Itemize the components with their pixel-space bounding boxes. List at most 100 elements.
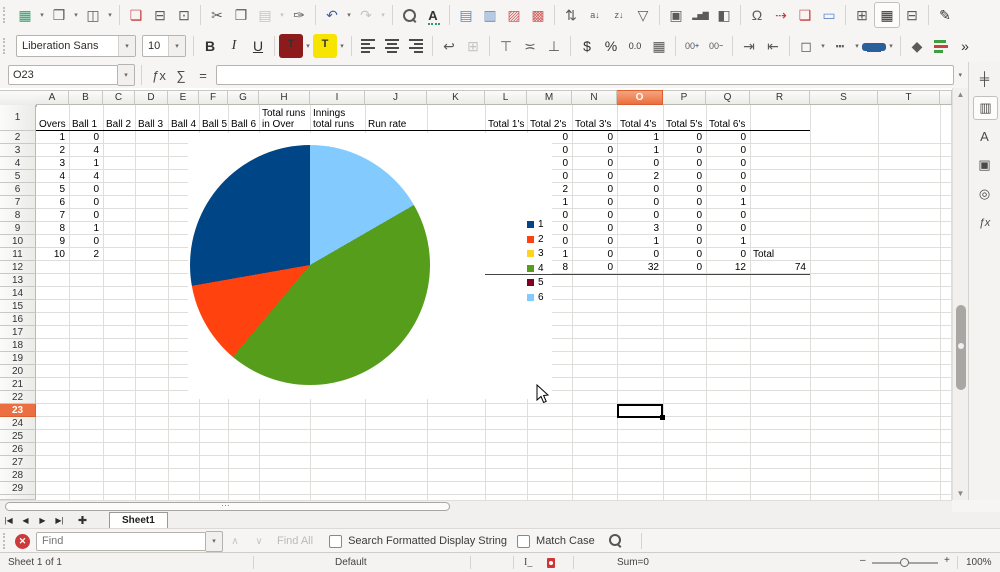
name-box[interactable] [8, 65, 118, 85]
cell-O3[interactable]: 1 [618, 144, 659, 157]
row-header-15[interactable]: 15 [0, 300, 36, 313]
font-color-button[interactable]: T [279, 34, 303, 58]
cell-M4[interactable]: 0 [528, 157, 568, 170]
font-size-combobox[interactable]: 10▾ [142, 35, 186, 57]
column-header-partial[interactable] [940, 90, 952, 105]
cell-M3[interactable]: 0 [528, 144, 568, 157]
cell-P11[interactable]: 0 [664, 248, 702, 261]
cell-P5[interactable]: 0 [664, 170, 702, 183]
row-header-10[interactable]: 10 [0, 235, 36, 248]
decrease-indent-button[interactable]: ⇤ [761, 34, 785, 58]
cell-R11[interactable]: Total [753, 248, 808, 261]
cell-B9[interactable]: 1 [70, 222, 99, 235]
cell-B7[interactable]: 0 [70, 196, 99, 209]
legend-item[interactable]: 6 [527, 292, 544, 303]
row-header-16[interactable]: 16 [0, 313, 36, 326]
function-wizard-button[interactable]: ƒx [148, 65, 170, 85]
open-file-button[interactable]: ❒ [47, 3, 71, 27]
cell-N10[interactable]: 0 [573, 235, 613, 248]
cell-H1[interactable]: Total runs in Over [260, 105, 310, 131]
column-header-A[interactable]: A [36, 90, 69, 105]
cell-Q6[interactable]: 0 [707, 183, 746, 196]
cell-B5[interactable]: 4 [70, 170, 99, 183]
cell-N11[interactable]: 0 [573, 248, 613, 261]
cell-P1[interactable]: Total 5's [664, 105, 706, 131]
open-dropdown-icon[interactable]: ▾ [71, 11, 81, 19]
cell-M10[interactable]: 0 [528, 235, 568, 248]
insert-text-box-button[interactable]: ▭ [817, 3, 841, 27]
cell-B8[interactable]: 0 [70, 209, 99, 222]
row-header-17[interactable]: 17 [0, 326, 36, 339]
cell-N6[interactable]: 0 [573, 183, 613, 196]
cell-N12[interactable]: 0 [573, 261, 613, 274]
cell-Q4[interactable]: 0 [707, 157, 746, 170]
cell-M6[interactable]: 2 [528, 183, 568, 196]
cell-B2[interactable]: 0 [70, 131, 99, 144]
search-icon[interactable] [609, 534, 621, 546]
wrap-text-button[interactable]: ↩ [437, 34, 461, 58]
cell-N5[interactable]: 0 [573, 170, 613, 183]
conditional-color-scale-button[interactable]: ◆ [905, 34, 929, 58]
delete-decimal-place-button[interactable]: 00− [704, 34, 728, 58]
increase-indent-button[interactable]: ⇥ [737, 34, 761, 58]
border-color-dropdown-icon[interactable]: ▾ [886, 42, 896, 50]
cell-A4[interactable]: 3 [37, 157, 65, 170]
cell-P6[interactable]: 0 [664, 183, 702, 196]
highlighting-color-button[interactable]: T [313, 34, 337, 58]
cell-O5[interactable]: 2 [618, 170, 659, 183]
cell-A5[interactable]: 4 [37, 170, 65, 183]
find-and-replace-button[interactable] [397, 3, 421, 27]
borders-button[interactable]: ◻ [794, 34, 818, 58]
row-header-19[interactable]: 19 [0, 352, 36, 365]
formula-input[interactable] [216, 65, 954, 85]
paste-dropdown-icon[interactable]: ▾ [277, 11, 287, 19]
search-formatted-checkbox[interactable] [329, 535, 342, 548]
cell-N1[interactable]: Total 3's [573, 105, 617, 131]
insert-image-button[interactable]: ▣ [664, 3, 688, 27]
cell-B10[interactable]: 0 [70, 235, 99, 248]
column-header-O[interactable]: O [617, 90, 663, 105]
export-pdf-button[interactable]: ❏ [124, 3, 148, 27]
sidebar-settings-icon[interactable]: ╪ [973, 67, 996, 89]
cell-O1[interactable]: Total 4's [618, 105, 663, 131]
functions-icon[interactable]: ƒx [973, 212, 996, 234]
underline-button[interactable]: U [246, 34, 270, 58]
row-header-2[interactable]: 2 [0, 131, 36, 144]
row-header-28[interactable]: 28 [0, 469, 36, 482]
find-previous-icon[interactable]: ∧ [223, 536, 247, 547]
row-header-4[interactable]: 4 [0, 157, 36, 170]
cell-P12[interactable]: 0 [664, 261, 702, 274]
row-header-25[interactable]: 25 [0, 430, 36, 443]
cell-C1[interactable]: Ball 2 [104, 105, 135, 131]
next-sheet-icon[interactable]: ▶ [34, 512, 51, 528]
previous-sheet-icon[interactable]: ◀ [17, 512, 34, 528]
scroll-up-icon[interactable]: ▲ [953, 90, 968, 99]
sort-ascending-button[interactable]: a↓ [583, 3, 607, 27]
print-preview-button[interactable]: ⊡ [172, 3, 196, 27]
insert-columns-button[interactable]: ▥ [478, 3, 502, 27]
cell-O7[interactable]: 0 [618, 196, 659, 209]
print-button[interactable]: ⊟ [148, 3, 172, 27]
font-size-dropdown-icon[interactable]: ▾ [168, 36, 185, 56]
cell-Q10[interactable]: 1 [707, 235, 746, 248]
page-break-preview-button[interactable]: ⊞ [850, 3, 874, 27]
cell-Q1[interactable]: Total 6's [707, 105, 750, 131]
row-header-21[interactable]: 21 [0, 378, 36, 391]
name-box-dropdown-icon[interactable]: ▾ [118, 64, 135, 86]
row-header-23[interactable]: 23 [0, 404, 36, 417]
column-header-L[interactable]: L [485, 90, 527, 105]
border-style-dropdown-icon[interactable]: ▾ [852, 42, 862, 50]
scroll-down-icon[interactable]: ▼ [953, 489, 968, 498]
cell-M9[interactable]: 0 [528, 222, 568, 235]
column-header-P[interactable]: P [663, 90, 706, 105]
cell-J1[interactable]: Run rate [366, 105, 427, 131]
cell-N2[interactable]: 0 [573, 131, 613, 144]
cell-M7[interactable]: 1 [528, 196, 568, 209]
row-header-5[interactable]: 5 [0, 170, 36, 183]
show-grid-lines-button[interactable]: ▦ [874, 2, 900, 28]
column-header-G[interactable]: G [228, 90, 259, 105]
format-as-date-button[interactable]: ▦ [647, 34, 671, 58]
insert-rows-button[interactable]: ▤ [454, 3, 478, 27]
find-input[interactable] [36, 532, 206, 551]
row-header-27[interactable]: 27 [0, 456, 36, 469]
